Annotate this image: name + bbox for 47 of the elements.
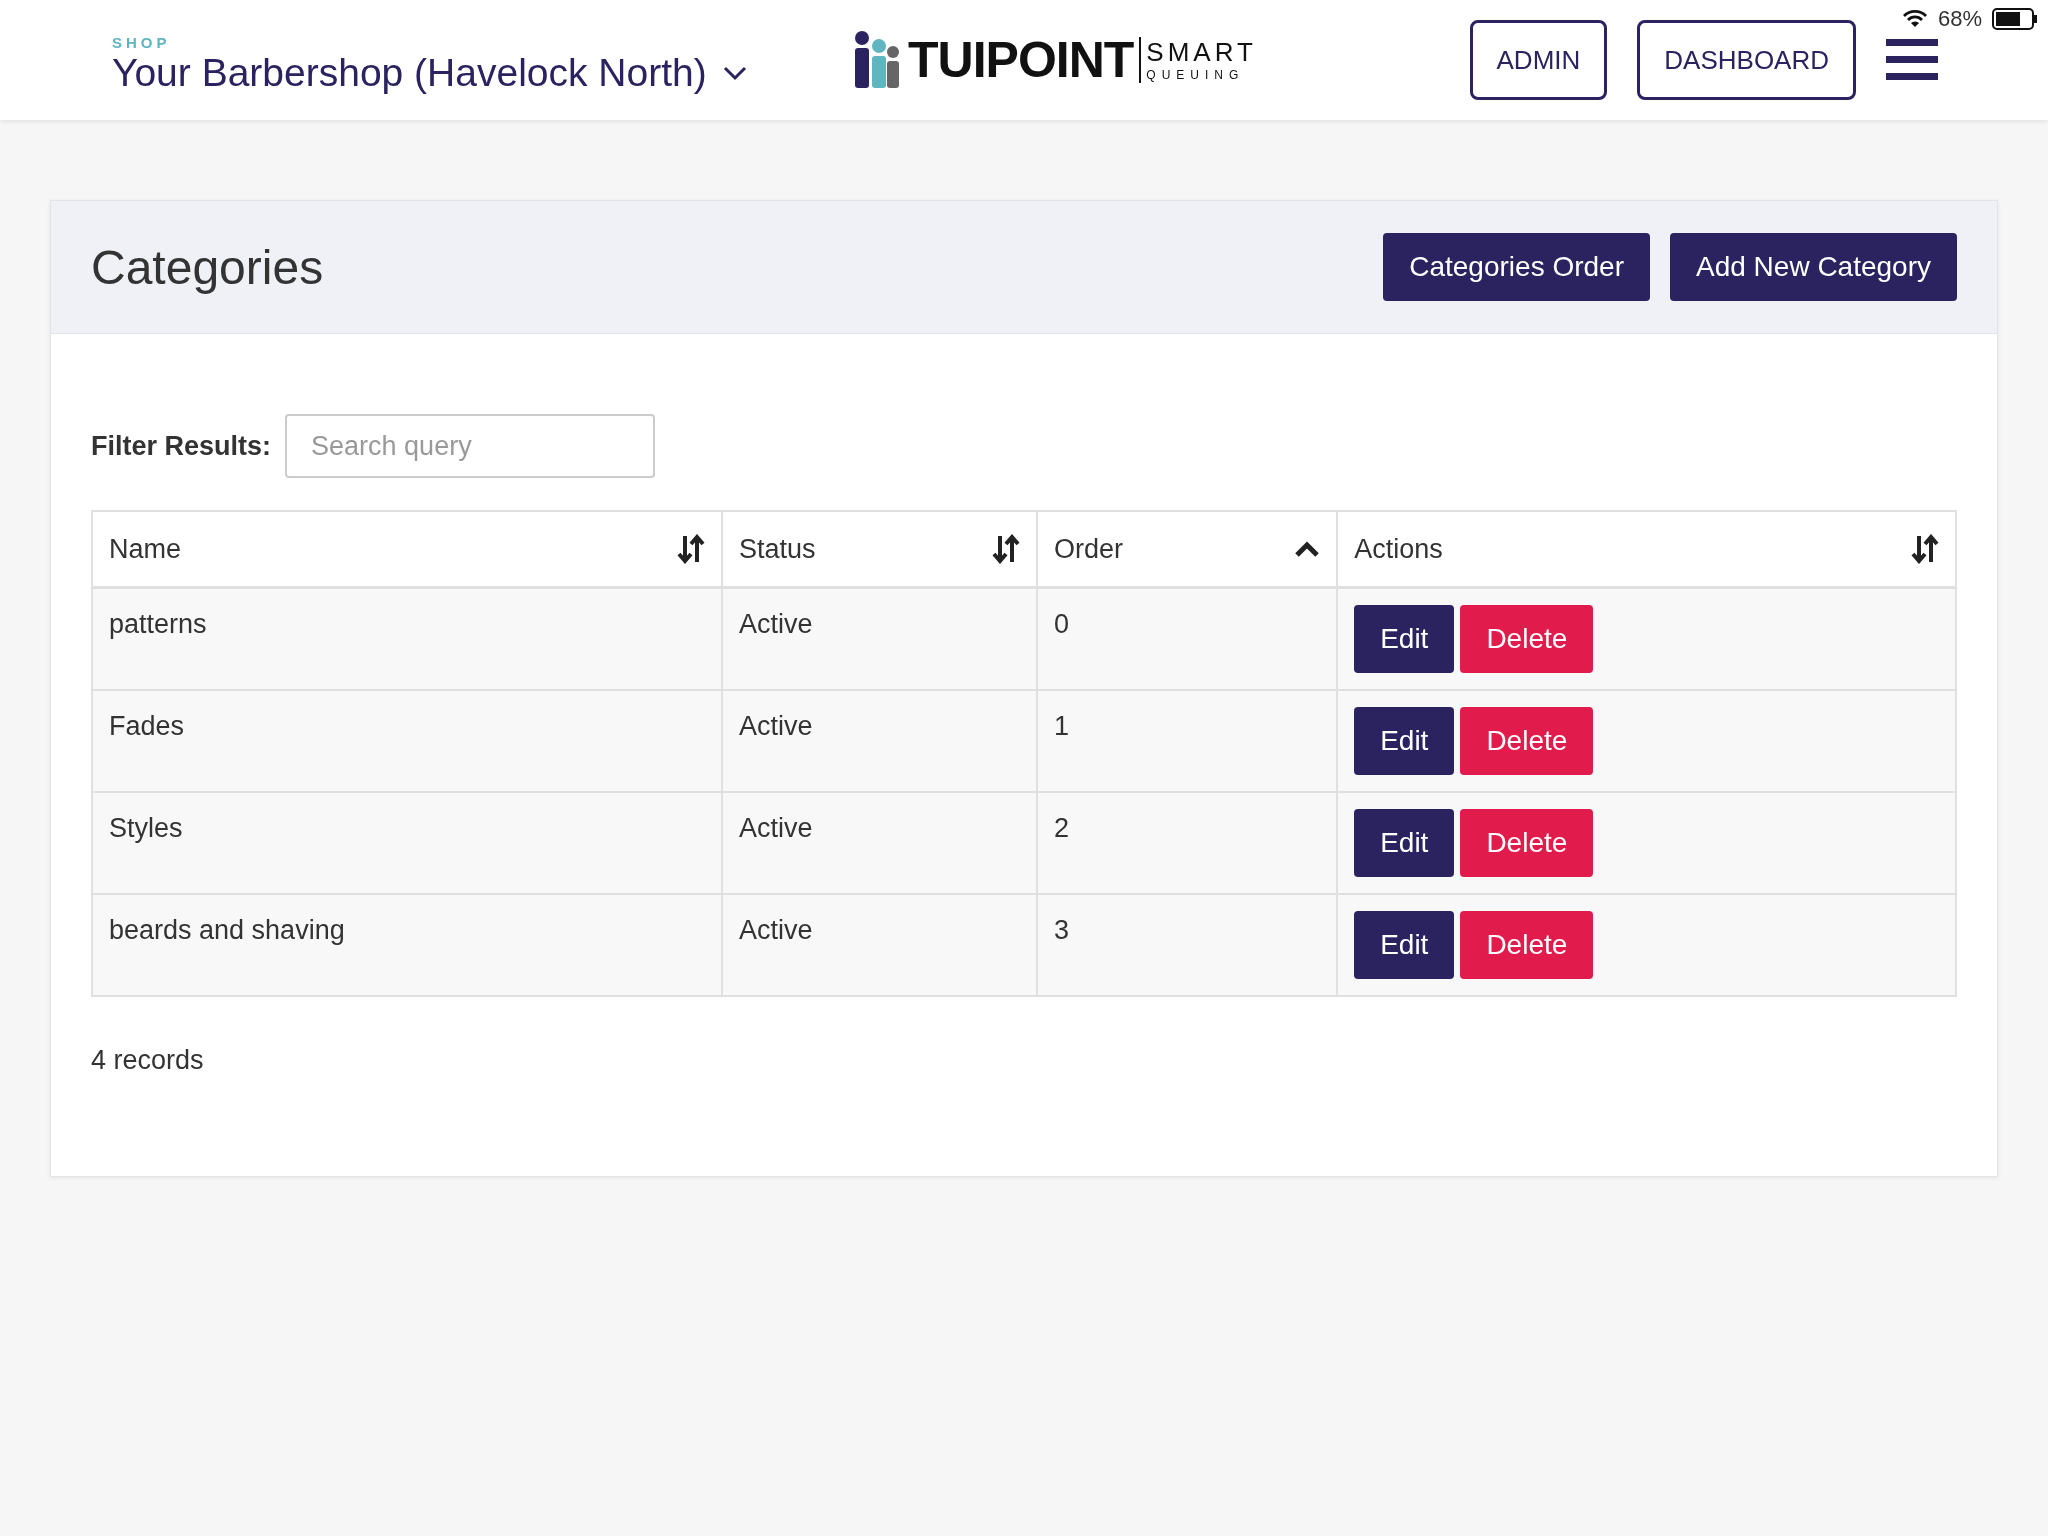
edit-button[interactable]: Edit: [1354, 911, 1455, 979]
logo-wordmark: TUIPOINT: [908, 31, 1134, 89]
wifi-icon: [1901, 9, 1928, 29]
edit-button[interactable]: Edit: [1354, 605, 1455, 673]
sort-icon[interactable]: [677, 534, 706, 564]
table-cell: Styles: [92, 792, 723, 894]
table-cell: beards and shaving: [92, 894, 723, 996]
table-cell: 2: [1037, 792, 1338, 894]
sort-ascending-icon[interactable]: [1294, 540, 1321, 558]
delete-button[interactable]: Delete: [1460, 809, 1594, 877]
delete-button[interactable]: Delete: [1460, 911, 1594, 979]
header-button[interactable]: Add New Category: [1670, 233, 1957, 301]
chevron-down-icon: [722, 64, 747, 81]
record-count: 4 records: [91, 1045, 205, 1076]
shop-selector[interactable]: Your Barbershop (Havelock North): [112, 50, 852, 95]
table-cell: Active: [722, 690, 1038, 792]
table-cell: Active: [722, 792, 1038, 894]
table-cell: Fades: [92, 690, 723, 792]
header-button[interactable]: Categories Order: [1383, 233, 1650, 301]
logo-tagline: SMART: [1146, 37, 1257, 67]
people-logo-icon: [852, 30, 902, 90]
column-header[interactable]: Actions: [1337, 511, 1956, 588]
filter-label: Filter Results:: [91, 430, 272, 462]
page-title: Categories: [91, 239, 324, 295]
column-header[interactable]: Name: [92, 511, 723, 588]
delete-button[interactable]: Delete: [1460, 605, 1594, 673]
table-cell: 1: [1037, 690, 1338, 792]
search-field[interactable]: Search query: [285, 414, 656, 478]
sort-icon[interactable]: [1911, 534, 1939, 564]
column-header[interactable]: Order: [1037, 511, 1338, 588]
menu-icon[interactable]: [1886, 39, 1938, 81]
nav-button[interactable]: ADMIN: [1469, 20, 1608, 100]
table-cell: patterns: [92, 587, 723, 690]
table-cell: 3: [1037, 894, 1338, 996]
shop-label: SHOP: [112, 33, 172, 51]
table-cell: Active: [722, 587, 1038, 690]
table-cell: 0: [1037, 587, 1338, 690]
logo-subtagline: QUEUING: [1146, 67, 1246, 83]
delete-button[interactable]: Delete: [1460, 707, 1594, 775]
sort-icon[interactable]: [992, 534, 1021, 564]
edit-button[interactable]: Edit: [1354, 707, 1455, 775]
table-cell: Active: [722, 894, 1038, 996]
edit-button[interactable]: Edit: [1354, 809, 1455, 877]
column-header[interactable]: Status: [722, 511, 1038, 588]
battery-percentage: 68%: [1937, 6, 1982, 32]
battery-icon: [1992, 8, 2038, 30]
nav-button[interactable]: DASHBOARD: [1637, 20, 1856, 100]
